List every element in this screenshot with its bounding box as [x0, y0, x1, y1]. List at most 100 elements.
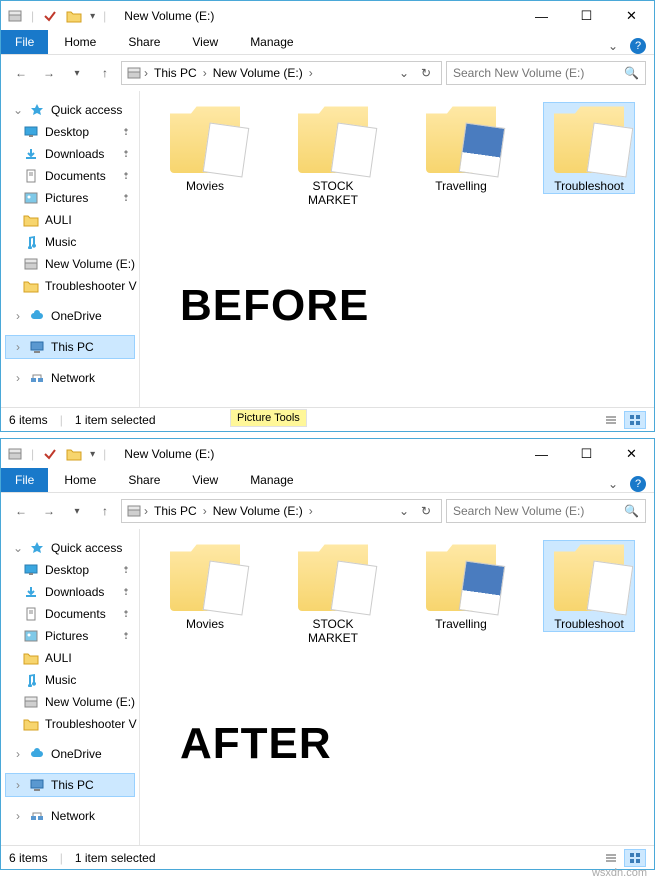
file-tab[interactable]: File — [1, 468, 48, 492]
sidebar-quick-access[interactable]: ⌄Quick access — [5, 537, 135, 559]
chevron-down-icon[interactable]: ⌄ — [13, 541, 23, 555]
details-view-button[interactable] — [600, 411, 622, 429]
forward-button[interactable]: → — [37, 61, 61, 85]
breadcrumb-new-volume-e-[interactable]: New Volume (E:) — [209, 504, 307, 518]
address-bar[interactable]: › This PC›New Volume (E:)› ⌄ ↻ — [121, 61, 442, 85]
breadcrumb-this-pc[interactable]: This PC — [150, 66, 201, 80]
ribbon-collapse-icon[interactable]: ⌄ — [608, 477, 618, 491]
file-tab[interactable]: File — [1, 30, 48, 54]
folder-item-troubleshoot[interactable]: Troubleshoot — [544, 541, 634, 631]
qat-dropdown-icon[interactable]: ▾ — [90, 449, 95, 460]
sidebar-item-new-volume-e-[interactable]: New Volume (E:) — [5, 253, 135, 275]
ribbon-collapse-icon[interactable]: ⌄ — [608, 39, 618, 53]
search-field[interactable] — [453, 504, 624, 518]
sidebar-network[interactable]: ›Network — [5, 805, 135, 827]
sidebar-item-desktop[interactable]: Desktop — [5, 121, 135, 143]
chevron-right-icon[interactable]: › — [13, 340, 23, 354]
breadcrumb-this-pc[interactable]: This PC — [150, 504, 201, 518]
tab-manage[interactable]: Manage — [234, 30, 309, 54]
help-icon[interactable]: ? — [630, 476, 646, 492]
sidebar-item-music[interactable]: Music — [5, 231, 135, 253]
sidebar-item-troubleshooter-v[interactable]: Troubleshooter V — [5, 713, 135, 735]
sidebar-network[interactable]: ›Network — [5, 367, 135, 389]
help-icon[interactable]: ? — [630, 38, 646, 54]
tab-manage[interactable]: Manage — [234, 468, 309, 492]
chevron-right-icon[interactable]: › — [13, 778, 23, 792]
close-button[interactable]: ✕ — [609, 1, 654, 31]
tab-share[interactable]: Share — [112, 468, 176, 492]
sidebar-item-new-volume-e-[interactable]: New Volume (E:) — [5, 691, 135, 713]
folder-item-stock-market[interactable]: STOCK MARKET — [288, 541, 378, 645]
content-pane[interactable]: Movies STOCK MARKET Travelling Troublesh… — [140, 529, 654, 845]
up-button[interactable]: ↑ — [93, 499, 117, 523]
folder-icon[interactable] — [66, 446, 82, 462]
maximize-button[interactable]: ☐ — [564, 1, 609, 31]
chevron-right-icon[interactable]: › — [13, 747, 23, 761]
sidebar-item-pictures[interactable]: Pictures — [5, 187, 135, 209]
back-button[interactable]: ← — [9, 61, 33, 85]
chevron-right-icon[interactable]: › — [307, 504, 315, 518]
sidebar-item-desktop[interactable]: Desktop — [5, 559, 135, 581]
recent-dropdown-icon[interactable]: ▾ — [65, 61, 89, 85]
sidebar-item-downloads[interactable]: Downloads — [5, 581, 135, 603]
address-dropdown-icon[interactable]: ⌄ — [393, 500, 415, 522]
folder-item-travelling[interactable]: Travelling — [416, 103, 506, 193]
content-pane[interactable]: Movies STOCK MARKET Travelling Troublesh… — [140, 91, 654, 407]
chevron-right-icon[interactable]: › — [142, 66, 150, 80]
minimize-button[interactable]: — — [519, 439, 564, 469]
sidebar-item-pictures[interactable]: Pictures — [5, 625, 135, 647]
close-button[interactable]: ✕ — [609, 439, 654, 469]
qat-dropdown-icon[interactable]: ▾ — [90, 11, 95, 22]
sidebar-this-pc[interactable]: ›This PC — [5, 773, 135, 797]
search-field[interactable] — [453, 66, 624, 80]
chevron-right-icon[interactable]: › — [13, 809, 23, 823]
search-input[interactable]: 🔍 — [446, 61, 646, 85]
sidebar-onedrive[interactable]: ›OneDrive — [5, 743, 135, 765]
sidebar-item-downloads[interactable]: Downloads — [5, 143, 135, 165]
details-view-button[interactable] — [600, 849, 622, 867]
tab-view[interactable]: View — [176, 468, 234, 492]
folder-item-movies[interactable]: Movies — [160, 541, 250, 631]
up-button[interactable]: ↑ — [93, 61, 117, 85]
tab-home[interactable]: Home — [48, 468, 112, 492]
forward-button[interactable]: → — [37, 499, 61, 523]
sidebar-item-auli[interactable]: AULI — [5, 209, 135, 231]
folder-icon[interactable] — [66, 8, 82, 24]
folder-item-stock-market[interactable]: STOCK MARKET — [288, 103, 378, 207]
tab-share[interactable]: Share — [112, 30, 176, 54]
chevron-right-icon[interactable]: › — [201, 504, 209, 518]
sidebar-onedrive[interactable]: ›OneDrive — [5, 305, 135, 327]
chevron-down-icon[interactable]: ⌄ — [13, 103, 23, 117]
search-input[interactable]: 🔍 — [446, 499, 646, 523]
chevron-right-icon[interactable]: › — [201, 66, 209, 80]
thumbnails-view-button[interactable] — [624, 411, 646, 429]
sidebar-item-auli[interactable]: AULI — [5, 647, 135, 669]
check-icon[interactable] — [42, 8, 58, 24]
chevron-right-icon[interactable]: › — [13, 309, 23, 323]
tab-view[interactable]: View — [176, 30, 234, 54]
thumbnails-view-button[interactable] — [624, 849, 646, 867]
sidebar-item-music[interactable]: Music — [5, 669, 135, 691]
chevron-right-icon[interactable]: › — [307, 66, 315, 80]
refresh-button[interactable]: ↻ — [415, 500, 437, 522]
sidebar-this-pc[interactable]: ›This PC — [5, 335, 135, 359]
sidebar-item-troubleshooter-v[interactable]: Troubleshooter V — [5, 275, 135, 297]
maximize-button[interactable]: ☐ — [564, 439, 609, 469]
recent-dropdown-icon[interactable]: ▾ — [65, 499, 89, 523]
address-dropdown-icon[interactable]: ⌄ — [393, 62, 415, 84]
minimize-button[interactable]: — — [519, 1, 564, 31]
chevron-right-icon[interactable]: › — [13, 371, 23, 385]
refresh-button[interactable]: ↻ — [415, 62, 437, 84]
chevron-right-icon[interactable]: › — [142, 504, 150, 518]
breadcrumb-new-volume-e-[interactable]: New Volume (E:) — [209, 66, 307, 80]
folder-item-movies[interactable]: Movies — [160, 103, 250, 193]
check-icon[interactable] — [42, 446, 58, 462]
back-button[interactable]: ← — [9, 499, 33, 523]
sidebar-item-documents[interactable]: Documents — [5, 165, 135, 187]
sidebar-item-documents[interactable]: Documents — [5, 603, 135, 625]
folder-item-troubleshoot[interactable]: Troubleshoot — [544, 103, 634, 193]
sidebar-quick-access[interactable]: ⌄Quick access — [5, 99, 135, 121]
address-bar[interactable]: › This PC›New Volume (E:)› ⌄ ↻ — [121, 499, 442, 523]
folder-item-travelling[interactable]: Travelling — [416, 541, 506, 631]
tab-home[interactable]: Home — [48, 30, 112, 54]
